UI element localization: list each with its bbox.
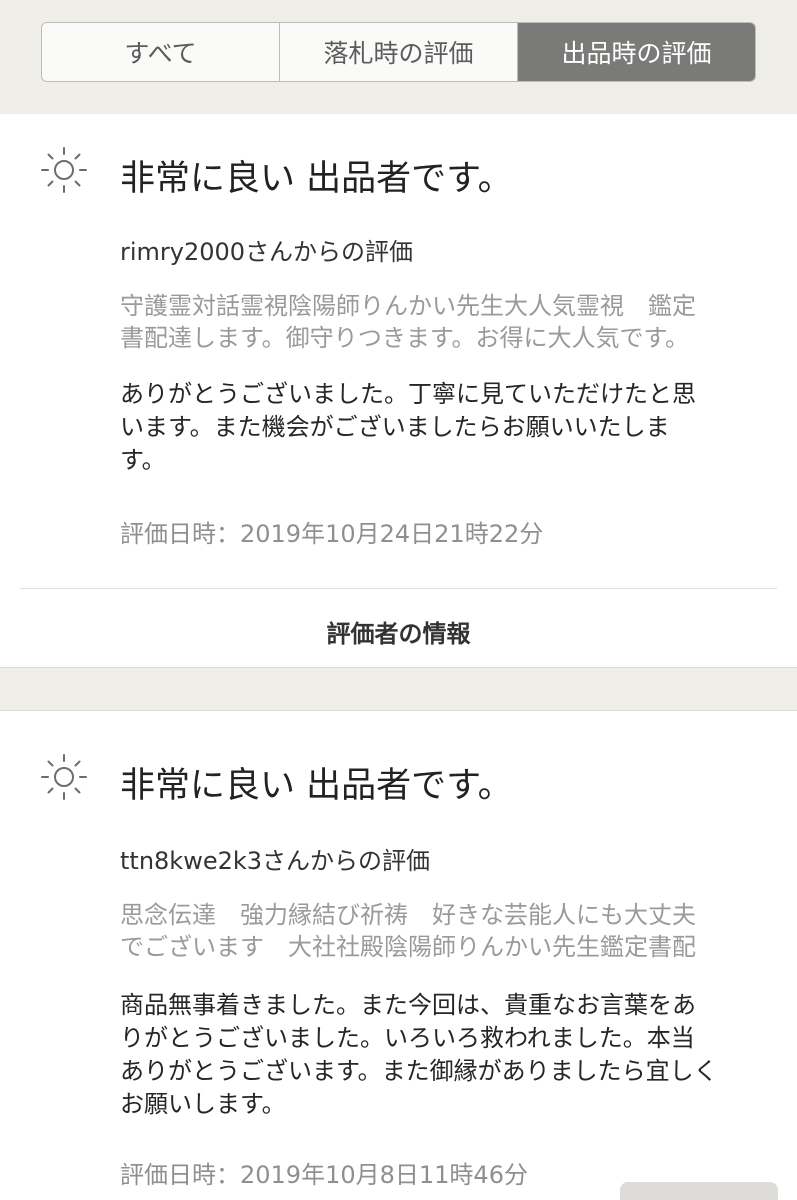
reviewer-line: rimry2000さんからの評価 (120, 238, 414, 266)
comment-line: りがとうございました。いろいろ救われました。本当 (120, 1024, 695, 1052)
review-comment: ありがとうございました。丁寧に見ていただけたと思 います。また機会がございました… (120, 378, 760, 477)
tab-buyer-reviews[interactable]: 落札時の評価 (279, 23, 517, 81)
review-card: 非常に良い 出品者です。 ttn8kwe2k3さんからの評価 思念伝達 強力縁結… (0, 710, 797, 1200)
reviewer-line: ttn8kwe2k3さんからの評価 (120, 847, 431, 875)
segmented-control: すべて 落札時の評価 出品時の評価 (41, 22, 756, 82)
review-date: 評価日時：2019年10月24日21時22分 (120, 520, 544, 548)
item-title-line: 守護霊対話霊視陰陽師りんかい先生大人気霊視 鑑定 (120, 292, 696, 320)
comment-line: ありがとうございます。また御縁がありましたら宜しく (120, 1057, 718, 1085)
comment-line: す。 (120, 446, 166, 474)
tab-seller-reviews[interactable]: 出品時の評価 (517, 23, 755, 81)
reviewer-info-link[interactable]: 評価者の情報 (0, 614, 797, 649)
tab-all[interactable]: すべて (42, 23, 279, 81)
comment-line: ありがとうございました。丁寧に見ていただけたと思 (120, 380, 696, 408)
rating-headline: 非常に良い 出品者です。 (120, 159, 513, 199)
comment-line: 商品無事着きました。また今回は、貴重なお言葉をあ (120, 991, 696, 1019)
tab-bar: すべて 落札時の評価 出品時の評価 (0, 0, 797, 114)
comment-line: お願いします。 (120, 1090, 286, 1118)
review-card: 非常に良い 出品者です。 rimry2000さんからの評価 守護霊対話霊視陰陽師… (0, 114, 797, 668)
divider (20, 588, 777, 589)
floating-button[interactable] (620, 1182, 778, 1200)
review-comment: 商品無事着きました。また今回は、貴重なお言葉をあ りがとうございました。いろいろ… (120, 989, 760, 1121)
item-title-line: 思念伝達 強力縁結び祈祷 好きな芸能人にも大丈夫 (120, 901, 696, 929)
item-title: 守護霊対話霊視陰陽師りんかい先生大人気霊視 鑑定 書配達します。御守りつきます。… (120, 290, 760, 354)
item-title: 思念伝達 強力縁結び祈祷 好きな芸能人にも大丈夫 でございます 大社社殿陰陽師り… (120, 899, 760, 963)
rating-headline: 非常に良い 出品者です。 (120, 766, 513, 806)
sun-icon (41, 754, 87, 800)
item-title-line: 書配達します。御守りつきます。お得に大人気です。 (120, 324, 690, 352)
sun-icon (41, 147, 87, 193)
item-title-line: でございます 大社社殿陰陽師りんかい先生鑑定書配 (120, 933, 696, 961)
review-date: 評価日時：2019年10月8日11時46分 (120, 1161, 528, 1189)
comment-line: います。また機会がございましたらお願いいたしま (120, 413, 670, 441)
